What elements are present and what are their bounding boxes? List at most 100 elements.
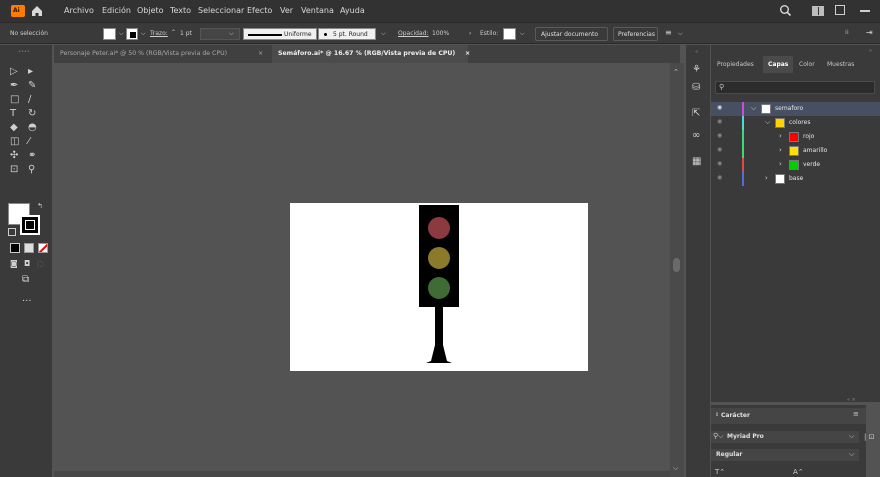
- chevron-down-icon[interactable]: ⌵: [751, 104, 756, 113]
- scroll-down-icon[interactable]: ⌵: [673, 463, 678, 473]
- libraries-icon[interactable]: ⚘: [692, 65, 701, 75]
- align-icon[interactable]: ≡: [665, 28, 672, 37]
- stroke-stepper-icon[interactable]: ⌃: [171, 29, 176, 36]
- font-style-field[interactable]: Regular ⌵: [711, 449, 859, 461]
- align-dropdown-icon[interactable]: ⌵: [678, 30, 683, 38]
- traffic-light[interactable]: [290, 203, 588, 371]
- layer-row[interactable]: ◉ › rojo: [711, 130, 880, 144]
- panel-toggle-icon[interactable]: ⇥: [866, 28, 873, 37]
- panel-collapse-icon[interactable]: »: [869, 46, 872, 56]
- screen-mode-icon[interactable]: ⧉: [22, 275, 29, 285]
- fit-document-button[interactable]: Ajustar documento: [535, 27, 608, 41]
- style-dropdown-icon[interactable]: ⌵: [520, 30, 525, 38]
- visibility-eye-icon[interactable]: ◉: [717, 160, 722, 167]
- stroke-color-box[interactable]: [20, 215, 40, 235]
- tab-semaforo[interactable]: Semáforo.ai* @ 16.67 % (RGB/Vista previa…: [272, 45, 470, 63]
- tab-close-icon[interactable]: ×: [258, 45, 263, 63]
- asset-export-icon[interactable]: ⛁: [692, 83, 700, 93]
- rotate-tool-icon[interactable]: ↻: [28, 109, 36, 119]
- layer-row[interactable]: ◉ › verde: [711, 158, 880, 172]
- scroll-up-icon[interactable]: ⌃: [673, 67, 679, 77]
- layer-row[interactable]: ◉ › base: [711, 172, 880, 186]
- visibility-eye-icon[interactable]: ◉: [717, 132, 722, 139]
- stroke-weight-select[interactable]: [200, 28, 240, 40]
- char-expand-icon[interactable]: ⇕: [715, 412, 719, 418]
- opacity-arrow-icon[interactable]: ›: [469, 30, 471, 37]
- menu-texto[interactable]: Texto: [170, 6, 191, 15]
- visibility-eye-icon[interactable]: ◉: [717, 146, 722, 153]
- tab-personaje-peter[interactable]: Personaje Peter.ai* @ 50 % (RGB/Vista pr…: [54, 45, 263, 63]
- font-family-field[interactable]: ⚲⌵ Myriad Pro ⌵: [711, 431, 859, 443]
- font-style-dropdown-icon[interactable]: ⌵: [849, 450, 854, 459]
- selection-tool-icon[interactable]: ▷: [10, 67, 18, 77]
- eraser-tool-icon[interactable]: ◆: [10, 123, 18, 133]
- collapse-controls-icon[interactable]: ⁞⁞: [845, 29, 849, 36]
- eyedropper-tool-icon[interactable]: ⁄: [28, 137, 30, 147]
- symbol-sprayer-tool-icon[interactable]: ✣: [10, 151, 18, 161]
- chevron-right-icon[interactable]: ›: [779, 160, 782, 168]
- tab-capas[interactable]: Capas: [768, 61, 788, 68]
- draw-normal-icon[interactable]: ◙: [10, 259, 18, 269]
- menu-archivo[interactable]: Archivo: [64, 6, 94, 15]
- preferences-button[interactable]: Preferencias: [613, 27, 658, 41]
- layers-search-box[interactable]: ⚲: [715, 81, 875, 94]
- curvature-tool-icon[interactable]: ✎: [28, 81, 36, 91]
- type-tool-icon[interactable]: T: [10, 109, 16, 119]
- edit-toolbar-icon[interactable]: ···: [22, 297, 32, 307]
- stroke-dropdown-icon[interactable]: ⌵: [141, 30, 146, 38]
- rectangle-tool-icon[interactable]: □: [10, 95, 19, 105]
- fill-swatch[interactable]: [103, 28, 116, 40]
- export-icon[interactable]: ⇱: [692, 109, 700, 119]
- chevron-right-icon[interactable]: ›: [765, 174, 768, 182]
- fill-dropdown-icon[interactable]: ⌵: [119, 30, 124, 38]
- app-logo[interactable]: Ai: [11, 5, 25, 17]
- window-dash-icon[interactable]: [860, 10, 870, 12]
- default-colors-icon[interactable]: [8, 228, 16, 236]
- panel-edge-icon[interactable]: | ⊡: [864, 432, 874, 442]
- layer-row[interactable]: ◉ ⌵ semaforo: [711, 102, 880, 116]
- char-panel-menu-icon[interactable]: ≡: [853, 410, 859, 418]
- menu-seleccionar[interactable]: Seleccionar: [198, 6, 244, 15]
- stroke-swatch[interactable]: [126, 28, 138, 40]
- tab-propiedades[interactable]: Propiedades: [717, 61, 754, 68]
- dock-collapse-icon[interactable]: «: [695, 47, 698, 57]
- draw-behind-icon[interactable]: ◘: [24, 259, 30, 269]
- gradient-mode-icon[interactable]: [24, 243, 34, 253]
- none-mode-icon[interactable]: [38, 243, 48, 253]
- artboard[interactable]: [290, 203, 588, 371]
- blend-tool-icon[interactable]: ⚭: [28, 151, 36, 161]
- char-panel-close-icon[interactable]: « ×: [847, 395, 856, 405]
- search-icon[interactable]: [779, 4, 792, 17]
- workspace-icon[interactable]: [812, 6, 824, 16]
- chevron-right-icon[interactable]: ›: [779, 146, 782, 154]
- pen-tool-icon[interactable]: ✒: [10, 81, 18, 91]
- swap-colors-icon[interactable]: ↰: [37, 201, 43, 211]
- stroke-weight-dropdown-icon[interactable]: ⌵: [229, 30, 234, 38]
- menu-ver[interactable]: Ver: [280, 6, 293, 15]
- layer-row[interactable]: ◉ ⌵ colores: [711, 116, 880, 130]
- menu-efecto[interactable]: Efecto: [247, 6, 272, 15]
- visibility-eye-icon[interactable]: ◉: [717, 104, 722, 111]
- visibility-eye-icon[interactable]: ◉: [717, 118, 722, 125]
- vertical-scrollbar[interactable]: ⌃ ⌵: [670, 63, 684, 477]
- pencil-tool-icon[interactable]: /: [28, 95, 31, 105]
- menu-ventana[interactable]: Ventana: [301, 6, 334, 15]
- visibility-eye-icon[interactable]: ◉: [717, 174, 722, 181]
- scroll-thumb[interactable]: [673, 258, 680, 272]
- minimize-icon[interactable]: [835, 5, 845, 15]
- direct-selection-tool-icon[interactable]: ▸: [28, 67, 33, 77]
- artboards-panel-icon[interactable]: ▦: [692, 157, 701, 167]
- opacity-value[interactable]: 100%: [432, 30, 449, 37]
- tab-muestras[interactable]: Muestras: [827, 61, 854, 68]
- menu-ayuda[interactable]: Ayuda: [340, 6, 365, 15]
- brush-dropdown-icon[interactable]: ⌵: [381, 30, 386, 38]
- chevron-down-icon[interactable]: ⌵: [765, 118, 770, 127]
- font-size-icon[interactable]: T⌃: [715, 467, 725, 477]
- zoom-tool-icon[interactable]: ⚲: [28, 165, 35, 175]
- menu-edicion[interactable]: Edición: [102, 6, 131, 15]
- profile-select[interactable]: Uniforme: [243, 28, 317, 40]
- shaper-tool-icon[interactable]: ◓: [28, 123, 37, 133]
- tab-close-icon[interactable]: ×: [465, 45, 470, 63]
- style-swatch[interactable]: [503, 28, 516, 40]
- draw-inside-icon[interactable]: ◌: [37, 259, 44, 269]
